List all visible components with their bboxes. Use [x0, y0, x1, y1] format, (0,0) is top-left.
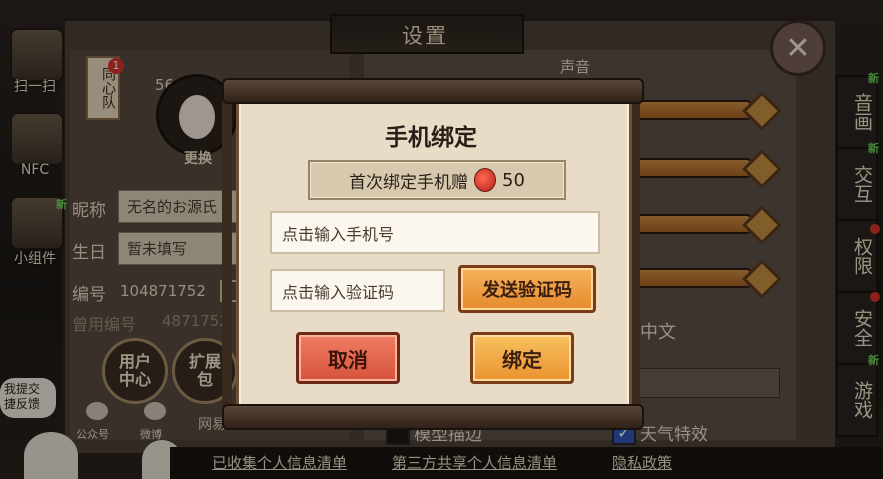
reward-amount: 50	[502, 169, 525, 191]
red-daruma-icon	[474, 168, 497, 192]
scroll-top-roll	[222, 78, 644, 104]
phone-input[interactable]: 点击输入手机号	[270, 211, 600, 254]
reward-banner: 首次绑定手机赠 50	[308, 160, 566, 200]
code-placeholder: 点击输入验证码	[282, 282, 395, 302]
phone-placeholder: 点击输入手机号	[282, 224, 395, 244]
bind-button[interactable]: 绑定	[470, 332, 574, 384]
dialog-title: 手机绑定	[385, 124, 477, 151]
reward-text: 首次绑定手机赠	[349, 172, 469, 193]
scroll-bottom-roll	[222, 404, 644, 430]
send-code-button[interactable]: 发送验证码	[458, 265, 596, 313]
verification-code-input[interactable]: 点击输入验证码	[270, 269, 445, 312]
cancel-button[interactable]: 取消	[296, 332, 400, 384]
scroll-rod	[222, 78, 232, 426]
